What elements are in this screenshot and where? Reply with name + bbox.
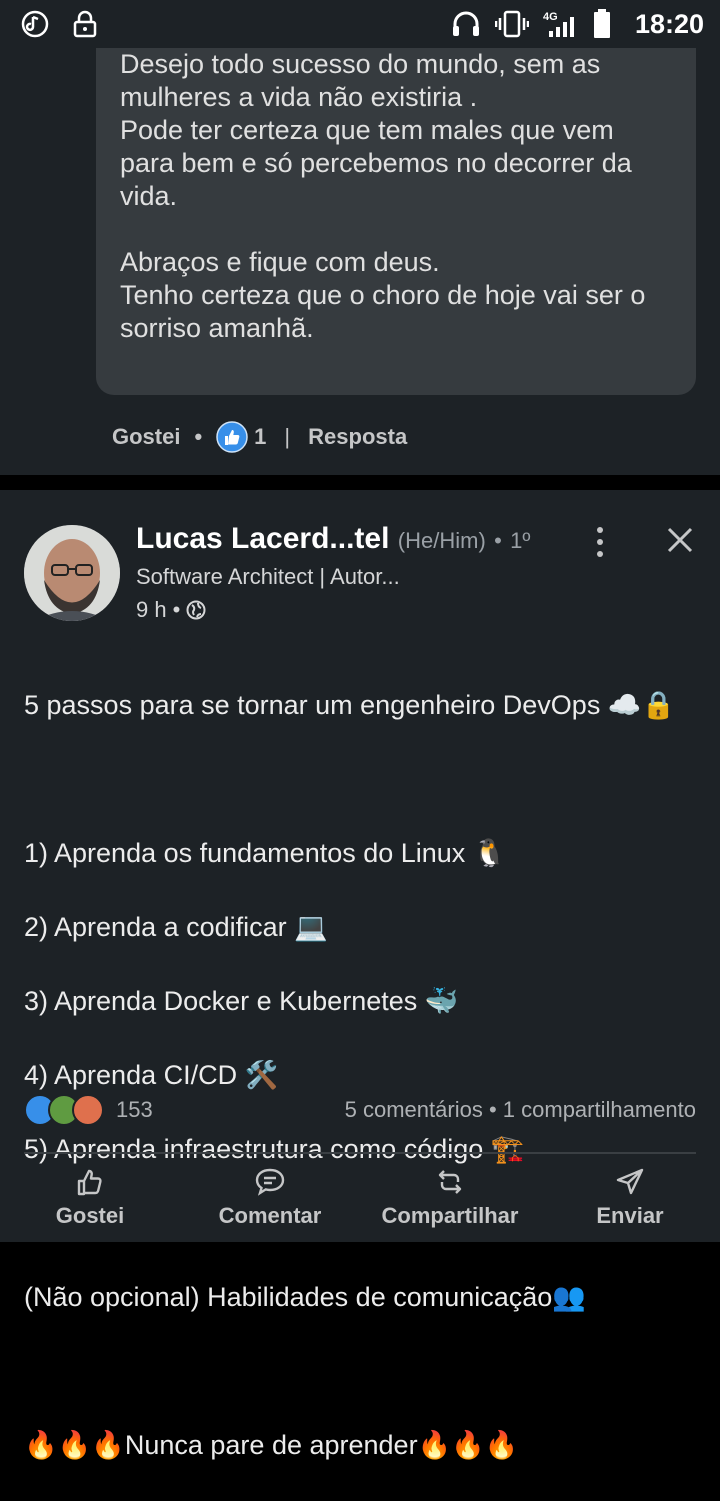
post-timestamp: 9 h •: [136, 597, 206, 623]
share-label: Compartilhar: [381, 1203, 519, 1228]
send-button[interactable]: Enviar: [540, 1154, 720, 1242]
globe-icon: [186, 600, 206, 620]
comment-like-button[interactable]: Gostei: [112, 424, 180, 450]
love-reaction-icon: [72, 1094, 104, 1126]
separator-dot: •: [488, 1097, 503, 1122]
post-line: 4) Aprenda CI/CD 🛠️: [24, 1060, 279, 1090]
battery-icon: [593, 9, 611, 39]
separator-dot: •: [172, 597, 181, 622]
engagement-counts: 5 comentários • 1 compartilhamento: [345, 1097, 696, 1123]
thumbs-up-icon: [75, 1167, 105, 1197]
post-line: 🔥🔥🔥Nunca pare de aprender🔥🔥🔥: [24, 1430, 519, 1460]
post-line: 3) Aprenda Docker e Kubernetes 🐳: [24, 986, 459, 1016]
music-app-icon: [20, 9, 50, 39]
like-label: Gostei: [55, 1203, 125, 1228]
headphones-icon: [451, 10, 481, 38]
comment-like-count: 1: [254, 424, 267, 449]
comment-actions: Gostei • 1 | Resposta: [112, 420, 407, 454]
repost-icon: [435, 1167, 465, 1197]
post-action-bar: Gostei Comentar Compartilhar Enviar: [0, 1154, 720, 1242]
vibrate-icon: [494, 10, 529, 38]
status-bar: 4G 18:20: [0, 0, 720, 48]
author-pronouns: (He/Him): [397, 528, 486, 553]
author-name-line[interactable]: Lucas Lacerd...tel (He/Him) • 1º: [136, 522, 530, 556]
svg-text:4G: 4G: [543, 11, 558, 23]
like-button[interactable]: Gostei: [0, 1154, 180, 1242]
social-counts: 153 5 comentários • 1 compartilhamento: [24, 1093, 696, 1127]
comment-section: Desejo todo sucesso do mundo, sem as mul…: [0, 48, 720, 475]
shares-count[interactable]: 1 compartilhamento: [503, 1097, 696, 1122]
send-label: Enviar: [596, 1203, 664, 1228]
separator-bar: |: [284, 424, 291, 449]
post-line: 1) Aprenda os fundamentos do Linux 🐧: [24, 838, 507, 868]
separator-dot: •: [494, 528, 502, 553]
post-card: Lucas Lacerd...tel (He/Him) • 1º Softwar…: [0, 490, 720, 1460]
comment-text: Desejo todo sucesso do mundo, sem as mul…: [120, 49, 646, 343]
comment-label: Comentar: [218, 1203, 322, 1228]
send-icon: [615, 1167, 645, 1197]
reaction-count[interactable]: 153: [116, 1097, 153, 1123]
post-time: 9 h: [136, 597, 167, 622]
share-button[interactable]: Compartilhar: [360, 1154, 540, 1242]
comments-count[interactable]: 5 comentários: [345, 1097, 483, 1122]
close-icon[interactable]: [664, 524, 696, 556]
reactions-summary[interactable]: 153: [24, 1094, 153, 1126]
clock: 18:20: [634, 8, 704, 39]
post-line: 2) Aprenda a codificar 💻: [24, 912, 328, 942]
signal-4g-icon: 4G: [543, 9, 579, 39]
connection-degree: 1º: [510, 528, 531, 553]
author-headline: Software Architect | Autor...: [136, 564, 400, 589]
post-body: 5 passos para se tornar um engenheiro De…: [24, 650, 704, 1501]
separator-dot: •: [194, 424, 203, 449]
more-options-icon[interactable]: [588, 524, 612, 560]
comment-button[interactable]: Comentar: [180, 1154, 360, 1242]
post-line: [24, 1353, 704, 1390]
post-line: [24, 761, 704, 798]
comment-bubble[interactable]: Desejo todo sucesso do mundo, sem as mul…: [96, 48, 696, 395]
comment-reply-button[interactable]: Resposta: [308, 424, 407, 450]
comment-icon: [254, 1167, 286, 1197]
author-avatar[interactable]: [24, 525, 120, 621]
like-reaction-icon[interactable]: [216, 421, 248, 453]
author-name[interactable]: Lucas Lacerd...tel: [136, 522, 389, 555]
post-line: (Não opcional) Habilidades de comunicaçã…: [24, 1282, 586, 1312]
lock-icon: [72, 10, 98, 38]
post-line: 5 passos para se tornar um engenheiro De…: [24, 690, 676, 720]
